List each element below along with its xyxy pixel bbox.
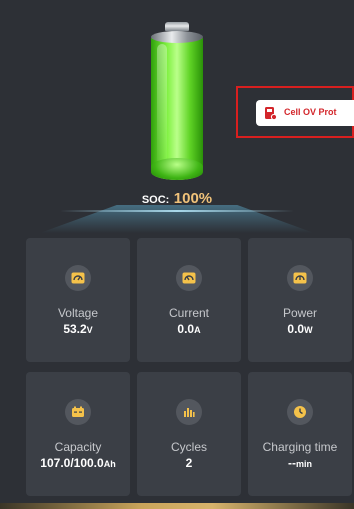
- current-icon-badge: [176, 265, 202, 291]
- current-value: 0.0A: [137, 322, 241, 336]
- cycles-number: 2: [185, 456, 193, 470]
- charging-time-card: Charging time --min: [248, 372, 352, 496]
- cycles-icon-badge: [176, 399, 202, 425]
- charging-time-icon-badge: [287, 399, 313, 425]
- current-label: Current: [168, 306, 209, 320]
- power-icon-badge: [287, 265, 313, 291]
- voltage-value: 53.2V: [26, 322, 130, 336]
- soc-glow-line: [60, 210, 294, 212]
- battery-top-ring: [151, 31, 203, 43]
- bar-chart-icon: [184, 408, 195, 417]
- current-unit: A: [194, 325, 201, 335]
- power-label: Power: [282, 306, 317, 320]
- voltage-icon-badge: [65, 265, 91, 291]
- charging-time-value: --min: [248, 456, 352, 470]
- soc-label: SOC:: [141, 194, 170, 206]
- battery-alert-icon: [265, 107, 277, 120]
- cycles-card: Cycles 2: [137, 372, 241, 496]
- battery-icon: [72, 406, 84, 417]
- capacity-value: 107.0/100.0Ah: [26, 456, 130, 470]
- capacity-label: Capacity: [54, 440, 102, 454]
- battery-graphic: [148, 22, 206, 182]
- voltage-label: Voltage: [57, 306, 99, 320]
- voltage-unit: V: [86, 325, 93, 335]
- power-number: 0.0: [287, 322, 305, 336]
- power-value: 0.0W: [248, 322, 352, 336]
- soc-readout: SOC: 100%: [0, 190, 354, 208]
- cycles-value: 2: [137, 456, 241, 470]
- current-card: Current 0.0A: [137, 238, 241, 362]
- capacity-icon-badge: [65, 399, 91, 425]
- cycles-label: Cycles: [170, 440, 207, 454]
- soc-value: 100%: [173, 190, 213, 207]
- voltage-number: 53.2: [63, 322, 87, 336]
- capacity-unit: Ah: [103, 459, 116, 469]
- gauge-icon: [293, 272, 307, 284]
- gauge-icon: [71, 272, 85, 284]
- capacity-number: 107.0/100.0: [40, 456, 104, 470]
- capacity-card: Capacity 107.0/100.0Ah: [26, 372, 130, 496]
- alarm-chip[interactable]: Cell OV Prot: [256, 100, 354, 126]
- battery-dashboard: SOC: 100% Cell OV Prot Voltage 53.2V Cur…: [0, 0, 354, 509]
- current-number: 0.0: [177, 322, 195, 336]
- power-card: Power 0.0W: [248, 238, 352, 362]
- gauge-icon: [182, 272, 196, 284]
- battery-terminal: [165, 22, 189, 31]
- charging-time-label: Charging time: [262, 440, 338, 454]
- voltage-card: Voltage 53.2V: [26, 238, 130, 362]
- alarm-highlight: Cell OV Prot: [236, 86, 354, 138]
- bottom-button-edge[interactable]: [0, 503, 354, 509]
- charging-time-number: --: [287, 456, 296, 470]
- power-unit: W: [304, 325, 313, 335]
- alarm-text: Cell OV Prot: [284, 107, 337, 117]
- battery-fill: [151, 38, 203, 180]
- clock-icon: [294, 406, 306, 418]
- charging-time-unit: min: [295, 459, 312, 469]
